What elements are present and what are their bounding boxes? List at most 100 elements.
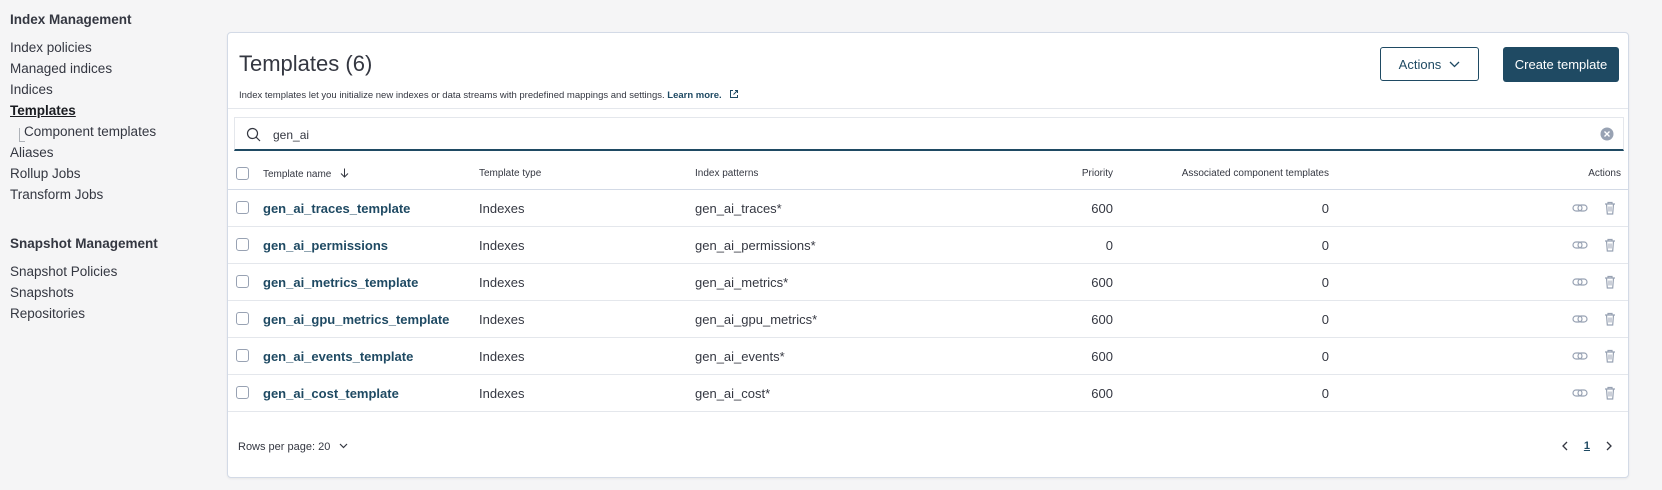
- column-header-template-name[interactable]: Template name: [263, 168, 349, 180]
- column-header-template-type: Template type: [479, 168, 542, 179]
- index-patterns-cell: gen_ai_gpu_metrics*: [695, 312, 818, 327]
- priority-cell: 600: [1091, 275, 1113, 290]
- link-icon[interactable]: [1572, 348, 1588, 364]
- rows-per-page-selector[interactable]: Rows per page: 20: [238, 441, 348, 453]
- index-patterns-cell: gen_ai_permissions*: [695, 238, 816, 253]
- component-templates-count-cell: 0: [1321, 275, 1329, 290]
- index-management-title: Index Management: [10, 12, 132, 27]
- priority-cell: 600: [1091, 312, 1113, 327]
- priority-cell: 600: [1091, 349, 1113, 364]
- sidebar-item-snapshots[interactable]: Snapshots: [10, 285, 74, 300]
- priority-cell: 600: [1091, 201, 1113, 216]
- link-icon[interactable]: [1572, 200, 1588, 216]
- link-icon[interactable]: [1572, 237, 1588, 253]
- select-all-checkbox[interactable]: [236, 167, 249, 180]
- template-name-link[interactable]: gen_ai_cost_template: [263, 386, 399, 401]
- template-type-cell: Indexes: [479, 312, 525, 327]
- search-input[interactable]: [271, 124, 1575, 146]
- column-header-actions: Actions: [1588, 168, 1621, 179]
- table-header: Template name Template type Index patter…: [228, 159, 1628, 190]
- template-type-cell: Indexes: [479, 349, 525, 364]
- sidebar-item-rollup-jobs[interactable]: Rollup Jobs: [10, 166, 81, 181]
- row-checkbox[interactable]: [236, 201, 249, 214]
- actions-button-label: Actions: [1398, 56, 1442, 72]
- column-header-associated-component-templates: Associated component templates: [1181, 168, 1329, 179]
- component-templates-count-cell: 0: [1321, 238, 1329, 253]
- link-icon[interactable]: [1572, 385, 1588, 401]
- page-description: Index templates let you initialize new i…: [239, 89, 739, 101]
- index-patterns-cell: gen_ai_cost*: [695, 386, 771, 401]
- template-type-cell: Indexes: [479, 201, 525, 216]
- column-header-template-name-label: Template name: [263, 169, 332, 180]
- priority-cell: 600: [1091, 386, 1113, 401]
- clear-icon[interactable]: [1600, 127, 1614, 141]
- table-row: gen_ai_cost_template Indexes gen_ai_cost…: [228, 375, 1628, 412]
- chevron-down-icon: [339, 443, 348, 449]
- row-checkbox[interactable]: [236, 386, 249, 399]
- template-name-link[interactable]: gen_ai_metrics_template: [263, 275, 418, 290]
- sidebar-item-transform-jobs[interactable]: Transform Jobs: [10, 187, 103, 202]
- component-templates-count-cell: 0: [1321, 386, 1329, 401]
- snapshot-management-title: Snapshot Management: [10, 236, 158, 251]
- pagination: 1: [1560, 438, 1614, 454]
- rows-per-page-label: Rows per page: 20: [238, 441, 331, 453]
- create-template-button[interactable]: Create template: [1503, 47, 1619, 82]
- table-row: gen_ai_gpu_metrics_template Indexes gen_…: [228, 301, 1628, 338]
- template-name-link[interactable]: gen_ai_permissions: [263, 238, 388, 253]
- sidebar-item-component-templates[interactable]: Component templates: [24, 124, 156, 139]
- component-templates-count-cell: 0: [1321, 349, 1329, 364]
- template-type-cell: Indexes: [479, 238, 525, 253]
- templates-panel: Templates (6) Index templates let you in…: [227, 32, 1629, 478]
- row-checkbox[interactable]: [236, 238, 249, 251]
- trash-icon[interactable]: [1602, 311, 1618, 327]
- sidebar-item-indices[interactable]: Indices: [10, 82, 53, 97]
- tree-connector: [19, 128, 20, 142]
- chevron-down-icon: [1449, 61, 1460, 67]
- sidebar-item-snapshot-policies[interactable]: Snapshot Policies: [10, 264, 117, 279]
- component-templates-count-cell: 0: [1321, 312, 1329, 327]
- actions-button[interactable]: Actions: [1380, 47, 1479, 81]
- template-type-cell: Indexes: [479, 275, 525, 290]
- table-row: gen_ai_permissions Indexes gen_ai_permis…: [228, 227, 1628, 264]
- table-row: gen_ai_traces_template Indexes gen_ai_tr…: [228, 190, 1628, 227]
- sidebar-item-managed-indices[interactable]: Managed indices: [10, 61, 112, 76]
- row-checkbox[interactable]: [236, 312, 249, 325]
- table-row: gen_ai_events_template Indexes gen_ai_ev…: [228, 338, 1628, 375]
- description-text: Index templates let you initialize new i…: [239, 90, 665, 101]
- search-icon: [246, 127, 261, 142]
- index-patterns-cell: gen_ai_metrics*: [695, 275, 789, 290]
- sidebar-item-templates[interactable]: Templates: [10, 103, 76, 118]
- trash-icon[interactable]: [1602, 274, 1618, 290]
- row-checkbox[interactable]: [236, 275, 249, 288]
- template-name-link[interactable]: gen_ai_gpu_metrics_template: [263, 312, 449, 327]
- priority-cell: 0: [1105, 238, 1113, 253]
- component-templates-count-cell: 0: [1321, 201, 1329, 216]
- template-name-link[interactable]: gen_ai_traces_template: [263, 201, 410, 216]
- templates-table: Template name Template type Index patter…: [228, 159, 1628, 412]
- chevron-left-icon[interactable]: [1560, 441, 1570, 451]
- column-header-index-patterns: Index patterns: [695, 168, 759, 179]
- header-divider: [228, 108, 1628, 109]
- sidebar-item-index-policies[interactable]: Index policies: [10, 40, 92, 55]
- sidebar-item-aliases[interactable]: Aliases: [10, 145, 54, 160]
- link-icon[interactable]: [1572, 274, 1588, 290]
- trash-icon[interactable]: [1602, 385, 1618, 401]
- sort-descending-icon: [340, 168, 349, 178]
- chevron-right-icon[interactable]: [1604, 441, 1614, 451]
- search-bar: [234, 117, 1624, 151]
- column-header-priority: Priority: [1081, 168, 1113, 179]
- template-type-cell: Indexes: [479, 386, 525, 401]
- link-icon[interactable]: [1572, 311, 1588, 327]
- trash-icon[interactable]: [1602, 237, 1618, 253]
- page-title: Templates (6): [239, 51, 373, 76]
- sidebar-item-repositories[interactable]: Repositories: [10, 306, 85, 321]
- trash-icon[interactable]: [1602, 200, 1618, 216]
- template-name-link[interactable]: gen_ai_events_template: [263, 349, 413, 364]
- row-checkbox[interactable]: [236, 349, 249, 362]
- trash-icon[interactable]: [1602, 348, 1618, 364]
- learn-more-link[interactable]: Learn more.: [667, 90, 721, 101]
- page-number-button[interactable]: 1: [1584, 440, 1590, 452]
- external-link-icon: [730, 90, 739, 98]
- table-body: gen_ai_traces_template Indexes gen_ai_tr…: [228, 190, 1628, 412]
- tree-connector-horizontal: [19, 141, 25, 142]
